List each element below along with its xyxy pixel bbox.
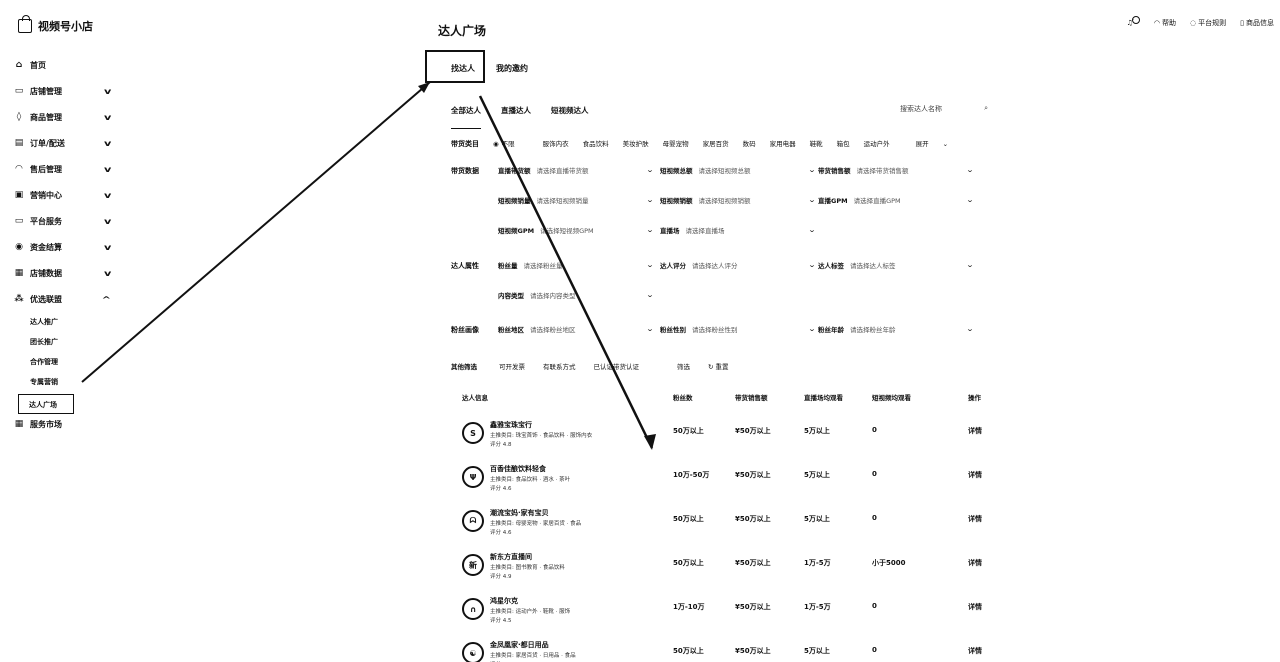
arrow-to-list — [478, 95, 654, 449]
arrow-head-list — [644, 434, 656, 450]
arrow-to-tab — [81, 81, 431, 383]
annotation-arrows — [81, 81, 656, 450]
